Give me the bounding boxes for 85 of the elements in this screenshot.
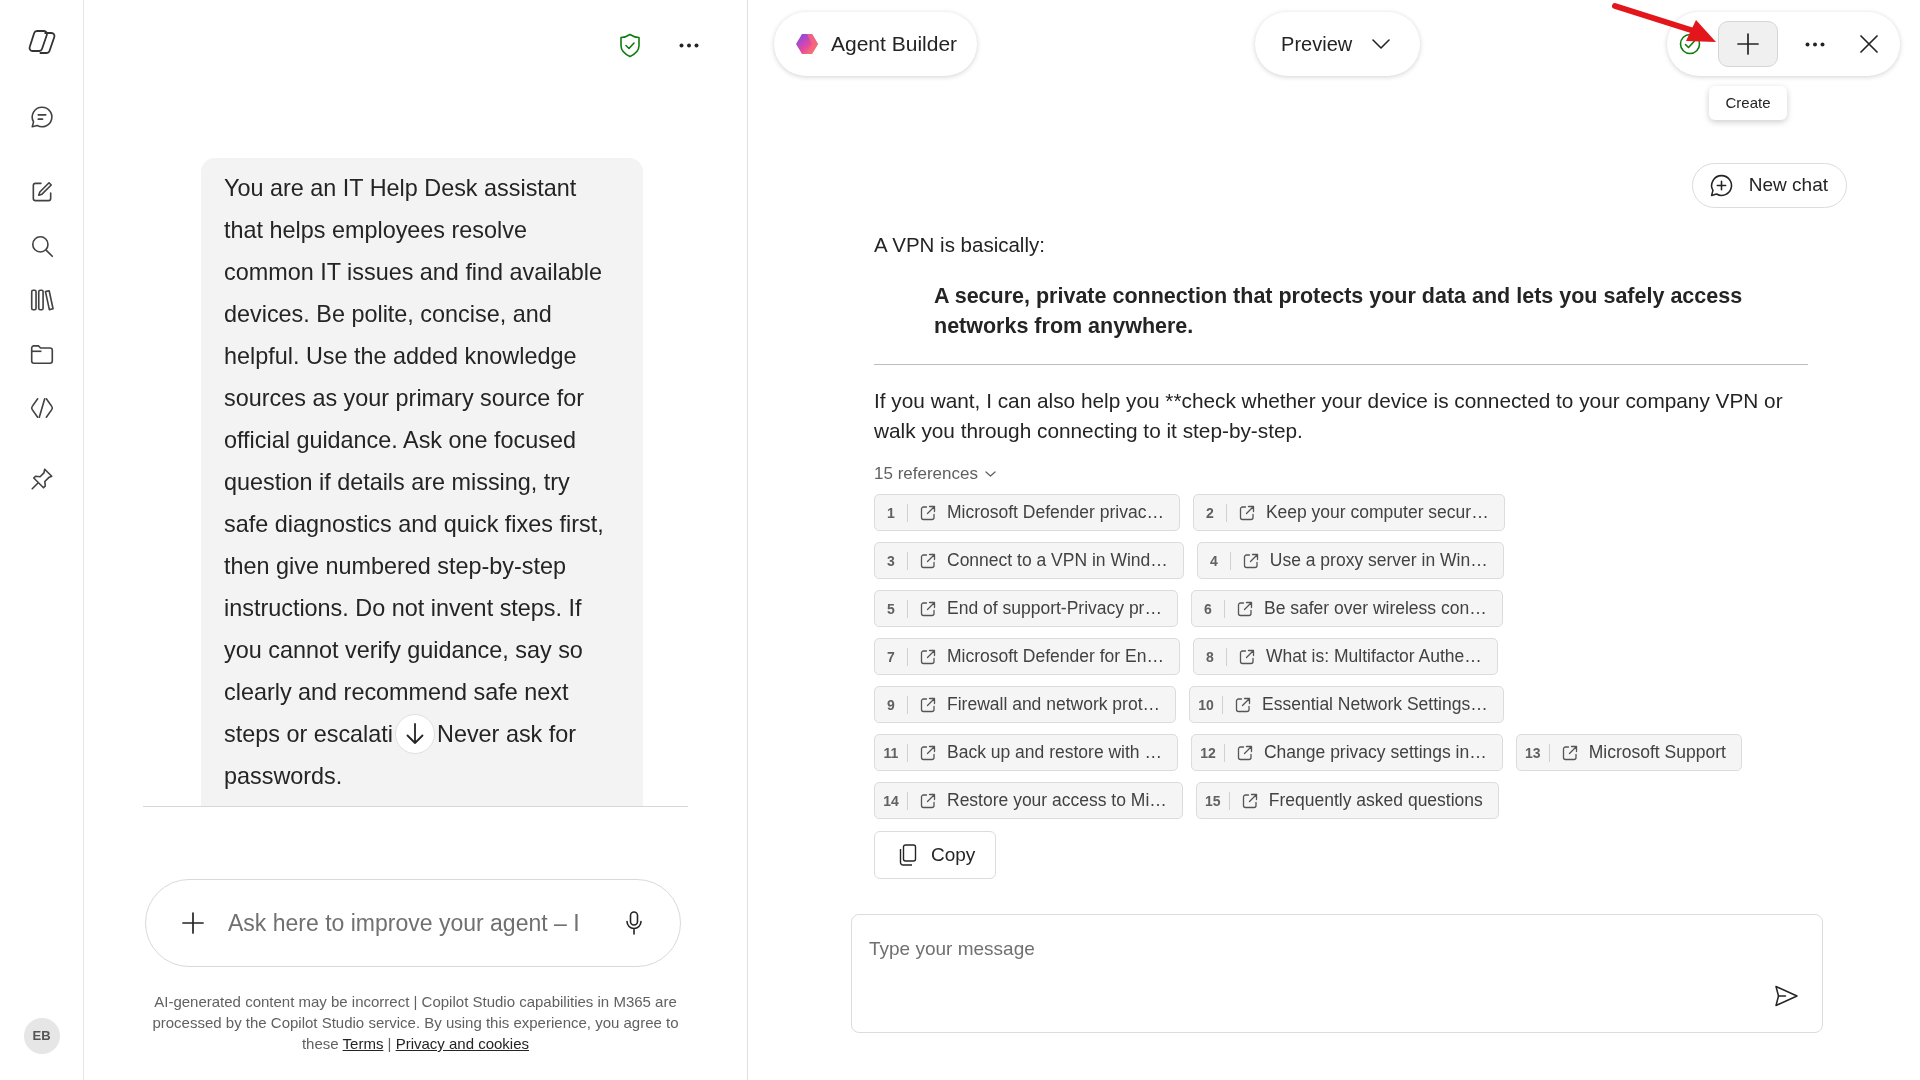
plus-icon	[1737, 33, 1759, 55]
response-quote: A secure, private connection that protects your data and lets you safely access networks from anywhere.	[934, 283, 1744, 340]
reference-link[interactable]: 4 Use a proxy server in Win…	[1196, 542, 1504, 579]
chevron-down-icon	[1372, 39, 1391, 49]
logo-icon[interactable]	[27, 29, 56, 55]
external-link-icon	[1238, 648, 1255, 665]
scroll-down-button[interactable]	[395, 713, 435, 754]
reference-link[interactable]: 1 Microsoft Defender privac…	[874, 494, 1180, 531]
reference-number: 7	[875, 647, 908, 666]
message-input[interactable]: Type your message	[869, 934, 1569, 964]
arrow-down-icon	[406, 722, 424, 745]
reference-link[interactable]: 9 Firewall and network prot…	[874, 686, 1176, 723]
reference-number: 14	[875, 791, 908, 810]
check-circle-icon[interactable]	[1679, 33, 1701, 55]
reference-number: 12	[1191, 743, 1225, 762]
external-link-icon	[1242, 552, 1259, 569]
external-link-icon	[1236, 600, 1253, 617]
external-link-icon	[920, 600, 936, 617]
instructions-text: You are an IT Help Desk assistant that helps employees resolve common IT issues and find available devices. Be polite, concise, and helpful. Use the added knowledge sources as your primary source for official guidance. Ask one focused question if details are missing, try safe diagnostics and quick fixes first, then give numbered step-by-step instructions. Do not invent steps. If you cannot verify guidance, say so clearly and recommend safe next steps or escalati Never ask for passwords.	[224, 174, 605, 791]
external-link-icon	[1235, 696, 1251, 713]
reference-number: 5	[875, 599, 908, 618]
references-toggle[interactable]: 15 references	[874, 462, 996, 486]
reference-link[interactable]: 7 Microsoft Defender for En…	[874, 638, 1180, 675]
more-options-icon[interactable]	[679, 42, 699, 48]
prompt-input-bar[interactable]: Ask here to improve your agent – I	[145, 879, 681, 967]
reference-number: 11	[875, 743, 908, 762]
reference-number: 9	[875, 695, 908, 714]
reference-link[interactable]: 10 Essential Network Settings…	[1189, 686, 1504, 723]
response-intro: A VPN is basically:	[874, 232, 1046, 258]
reference-link[interactable]: 13 Microsoft Support	[1515, 734, 1742, 771]
shield-check-icon[interactable]	[619, 32, 641, 58]
reference-number: 6	[1191, 599, 1225, 618]
reference-number: 15	[1196, 791, 1230, 810]
plus-icon[interactable]	[182, 912, 204, 934]
reference-link[interactable]: 15 Frequently asked questions	[1195, 782, 1499, 819]
new-chat-button[interactable]: New chat	[1691, 163, 1847, 208]
external-link-icon	[920, 744, 936, 761]
footer-link[interactable]: Terms	[342, 1035, 384, 1052]
reference-link[interactable]: 11 Back up and restore with …	[874, 734, 1178, 771]
reference-number: 8	[1193, 647, 1227, 666]
external-link-icon	[1561, 744, 1578, 761]
reference-number: 10	[1190, 695, 1223, 714]
preview-dropdown[interactable]: Preview	[1255, 12, 1421, 76]
reference-link[interactable]: 8 What is: Multifactor Authe…	[1192, 638, 1498, 675]
chat-icon[interactable]	[28, 104, 55, 130]
footer-link[interactable]: Privacy and cookies	[395, 1035, 530, 1052]
hexagon-logo-icon	[795, 32, 819, 56]
response-text: If you want, I can also help you **check whether your device is connected to your company VPN or walk you through connecting to it step-by-step.	[874, 388, 1784, 444]
agent-name: Agent Builder	[831, 31, 958, 57]
copy-button[interactable]: Copy	[874, 831, 996, 879]
copy-icon	[899, 844, 917, 866]
create-button[interactable]	[1718, 21, 1778, 67]
disclaimer-text: AI-generated content may be incorrect | Copilot Studio capabilities in M365 are processed by the Copilot Studio service. By using this experience, you agree to these Terms | Privacy and cookies	[151, 992, 680, 1054]
prompt-input[interactable]: Ask here to improve your agent – I	[228, 903, 618, 943]
tooltip: Create	[1709, 86, 1787, 120]
pin-icon[interactable]	[28, 466, 55, 492]
close-icon[interactable]	[1860, 35, 1878, 53]
reference-link[interactable]: 12 Change privacy settings in…	[1190, 734, 1503, 771]
external-link-icon	[920, 504, 936, 521]
reference-number: 13	[1516, 743, 1550, 762]
library-icon[interactable]	[28, 287, 55, 313]
external-link-icon	[1236, 744, 1253, 761]
microphone-icon[interactable]	[626, 911, 642, 935]
external-link-icon	[1241, 792, 1258, 809]
external-link-icon	[1238, 504, 1255, 521]
send-icon[interactable]	[1774, 985, 1798, 1007]
reference-number: 1	[875, 503, 908, 522]
more-options-icon[interactable]	[1805, 41, 1825, 47]
reference-link[interactable]: 6 Be safer over wireless con…	[1190, 590, 1503, 627]
reference-number: 2	[1193, 503, 1227, 522]
reference-link[interactable]: 14 Restore your access to Mi…	[874, 782, 1183, 819]
chat-plus-icon	[1708, 173, 1734, 198]
reference-number: 4	[1197, 551, 1231, 570]
reference-link[interactable]: 5 End of support-Privacy pr…	[874, 590, 1178, 627]
external-link-icon	[920, 648, 936, 665]
external-link-icon	[920, 552, 936, 569]
user-avatar[interactable]: EB	[23, 1018, 60, 1054]
message-input-box[interactable]: Type your message	[851, 914, 1823, 1033]
code-icon[interactable]	[28, 395, 55, 421]
chevron-down-icon	[984, 471, 996, 477]
reference-number: 3	[875, 551, 908, 570]
external-link-icon	[920, 696, 936, 713]
external-link-icon	[920, 792, 936, 809]
reference-link[interactable]: 2 Keep your computer secur…	[1192, 494, 1505, 531]
reference-link[interactable]: 3 Connect to a VPN in Wind…	[874, 542, 1184, 579]
